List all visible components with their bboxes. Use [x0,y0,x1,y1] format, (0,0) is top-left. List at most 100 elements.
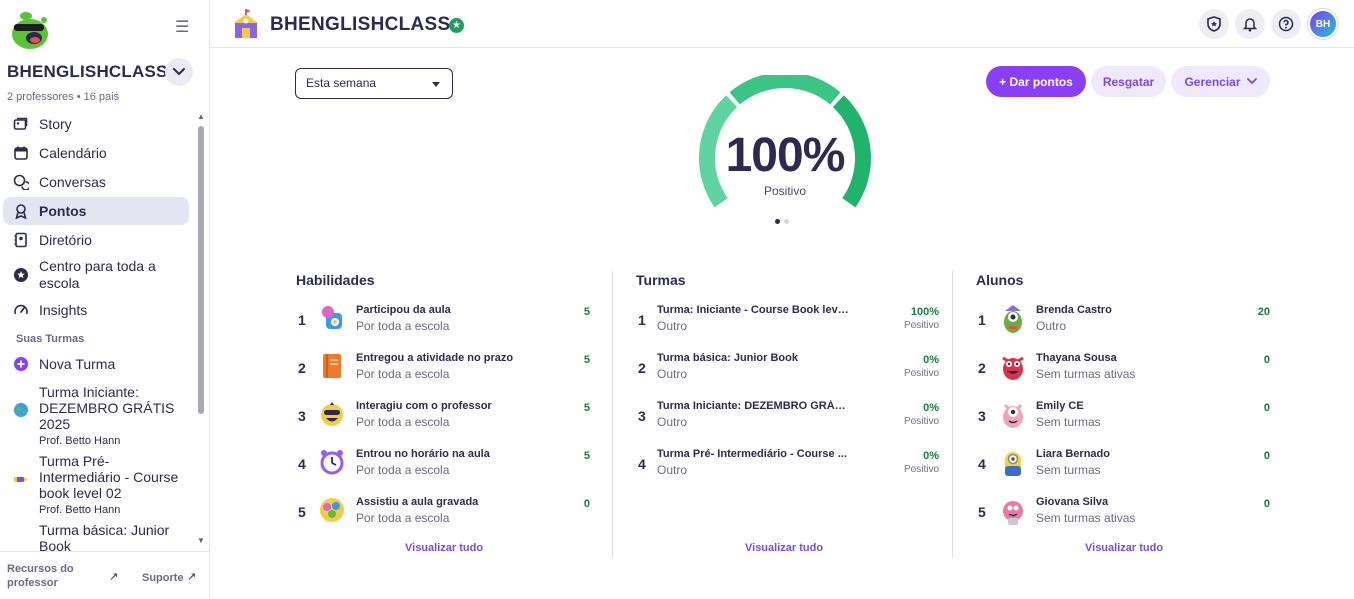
user-avatar[interactable]: BH [1308,9,1338,39]
top-header: BHENGLISHCLASS ★ BH [210,0,1354,48]
panel-divider [612,271,613,558]
class-title: Turma Iniciante: DEZEMBRO GRÁTIS 2025 [39,384,175,432]
rank: 4 [298,456,306,472]
gauge-segment [729,75,841,105]
give-points-button[interactable]: + Dar pontos [986,66,1086,97]
help-button[interactable] [1271,9,1301,39]
sidebar-item-directory[interactable]: Diretório [3,226,189,254]
help-icon [1278,16,1294,32]
class-row[interactable]: 1 Turma: Iniciante - Course Book leve...… [636,304,939,344]
row-subtitle: Outro [1036,319,1067,333]
view-all-students-link[interactable]: Visualizar tudo [1085,542,1163,554]
panel-title: Alunos [976,272,1024,288]
class-title: Turma básica: Junior Book [39,522,170,554]
school-meta: 2 professores • 16 pais [7,91,120,103]
student-avatar-icon [1000,496,1028,525]
bell-icon [1243,18,1257,32]
scroll-up-arrow-icon[interactable]: ▲ [197,112,205,121]
sidebar-item-points[interactable]: Pontos [3,197,189,225]
carousel-dot[interactable] [784,219,789,224]
external-link-icon: ↗ [109,571,119,583]
student-row[interactable]: 5 Giovana Silva Sem turmas ativas 0 [976,496,1270,536]
rank: 4 [978,456,986,472]
sidebar: ☰ BHENGLISHCLASS 2 professores • 16 pais… [0,0,210,599]
book-skill-icon [318,352,346,380]
period-select[interactable]: Esta semana [295,68,453,99]
caret-down-icon [432,82,440,87]
sidebar-class-item[interactable]: Turma básica: Junior Book [3,522,189,554]
sidebar-nav: Story Calendário Conversas Pontos Diretó… [3,110,189,560]
student-row[interactable]: 4 Liara Bernado Sem turmas 0 [976,448,1270,488]
row-subtitle: Outro [657,415,688,429]
rank: 3 [978,408,986,424]
smiley-skill-icon [318,400,346,428]
story-icon [13,116,29,132]
class-row[interactable]: 2 Turma básica: Junior Book Outro 0% Pos… [636,352,939,392]
skill-row[interactable]: 4 Entrou no horário na aula Por toda a e… [296,448,590,488]
carousel-dot-active[interactable] [775,219,780,224]
rank: 2 [298,360,306,376]
row-subtitle: Por toda a escola [356,511,450,525]
skill-row[interactable]: 1 Participou da aula Por toda a escola 5 [296,304,590,344]
student-avatar-icon [1000,400,1028,428]
view-all-skills-link[interactable]: Visualizar tudo [405,542,483,554]
row-value-label: Positivo [903,368,939,379]
rank: 1 [298,312,306,328]
row-value: 100% [910,306,939,318]
sidebar-item-school-hub[interactable]: Centro para toda a escola [3,255,189,295]
verified-badge-icon: ★ [449,18,464,33]
manage-button[interactable]: Gerenciar [1171,66,1270,97]
row-subtitle: Sem turmas [1036,415,1101,429]
sidebar-class-item[interactable]: Turma Pré-Intermediário - Course book le… [3,453,189,516]
row-title: Turma Iniciante: DEZEMBRO GRÁTI... [657,400,852,412]
redeem-button[interactable]: Resgatar [1091,66,1166,97]
row-title: Turma básica: Junior Book [657,352,798,364]
teacher-resources-link[interactable]: Recursos do professor [7,562,87,590]
page-title: BHENGLISHCLASS [270,14,451,35]
sidebar-class-item[interactable]: Turma Iniciante: DEZEMBRO GRÁTIS 2025 Pr… [3,384,189,447]
row-subtitle: Sem turmas ativas [1036,367,1136,381]
skill-row[interactable]: 2 Entregou a atividade no prazo Por toda… [296,352,590,392]
support-link[interactable]: Suporte [142,571,184,585]
sidebar-item-insights[interactable]: Insights [3,296,189,324]
class-title: Turma Pré-Intermediário - Course book le… [39,453,179,501]
sidebar-item-calendar[interactable]: Calendário [3,139,189,167]
row-value: 0 [1263,402,1270,414]
row-title: Brenda Castro [1036,304,1112,316]
shield-button[interactable] [1199,9,1229,39]
shield-icon [1207,16,1221,32]
school-switcher-button[interactable] [165,58,193,86]
student-avatar-icon [1000,448,1028,476]
scroll-thumb[interactable] [198,126,204,414]
menu-icon[interactable]: ☰ [175,20,191,36]
student-row[interactable]: 3 Emily CE Sem turmas 0 [976,400,1270,440]
class-row[interactable]: 3 Turma Iniciante: DEZEMBRO GRÁTI... Out… [636,400,939,440]
sidebar-scrollbar[interactable]: ▲ ▼ [196,112,206,548]
skills-panel: Habilidades 1 Participou da aula Por tod… [296,272,626,562]
row-subtitle: Sem turmas ativas [1036,511,1136,525]
classdojo-logo[interactable] [8,10,52,50]
row-subtitle: Por toda a escola [356,415,450,429]
sidebar-item-story[interactable]: Story [3,110,189,138]
student-row[interactable]: 1 Brenda Castro Outro 20 [976,304,1270,344]
sidebar-item-messages[interactable]: Conversas [3,168,189,196]
classes-panel: Turmas 1 Turma: Iniciante - Course Book … [636,272,966,562]
external-link-icon: ↗ [187,571,197,583]
skill-row[interactable]: 3 Interagiu com o professor Por toda a e… [296,400,590,440]
skill-row[interactable]: 5 Assistiu a aula gravada Por toda a esc… [296,496,590,536]
view-all-classes-link[interactable]: Visualizar tudo [745,542,823,554]
student-row[interactable]: 2 Thayana Sousa Sem turmas ativas 0 [976,352,1270,392]
notifications-button[interactable] [1235,9,1265,39]
row-value: 0 [1263,450,1270,462]
row-value-label: Positivo [903,416,939,427]
redeem-label: Resgatar [1102,74,1155,89]
gauge-label: Positivo [763,184,807,198]
new-class-button[interactable]: Nova Turma [3,350,189,378]
rank: 3 [638,408,646,424]
scroll-down-arrow-icon[interactable]: ▼ [197,536,205,545]
class-row[interactable]: 4 Turma Pré- Intermediário - Course ... … [636,448,939,488]
period-select-value: Esta semana [306,76,377,90]
rank: 1 [638,312,646,328]
row-title: Turma: Iniciante - Course Book leve... [657,304,852,316]
row-value: 0 [1263,498,1270,510]
